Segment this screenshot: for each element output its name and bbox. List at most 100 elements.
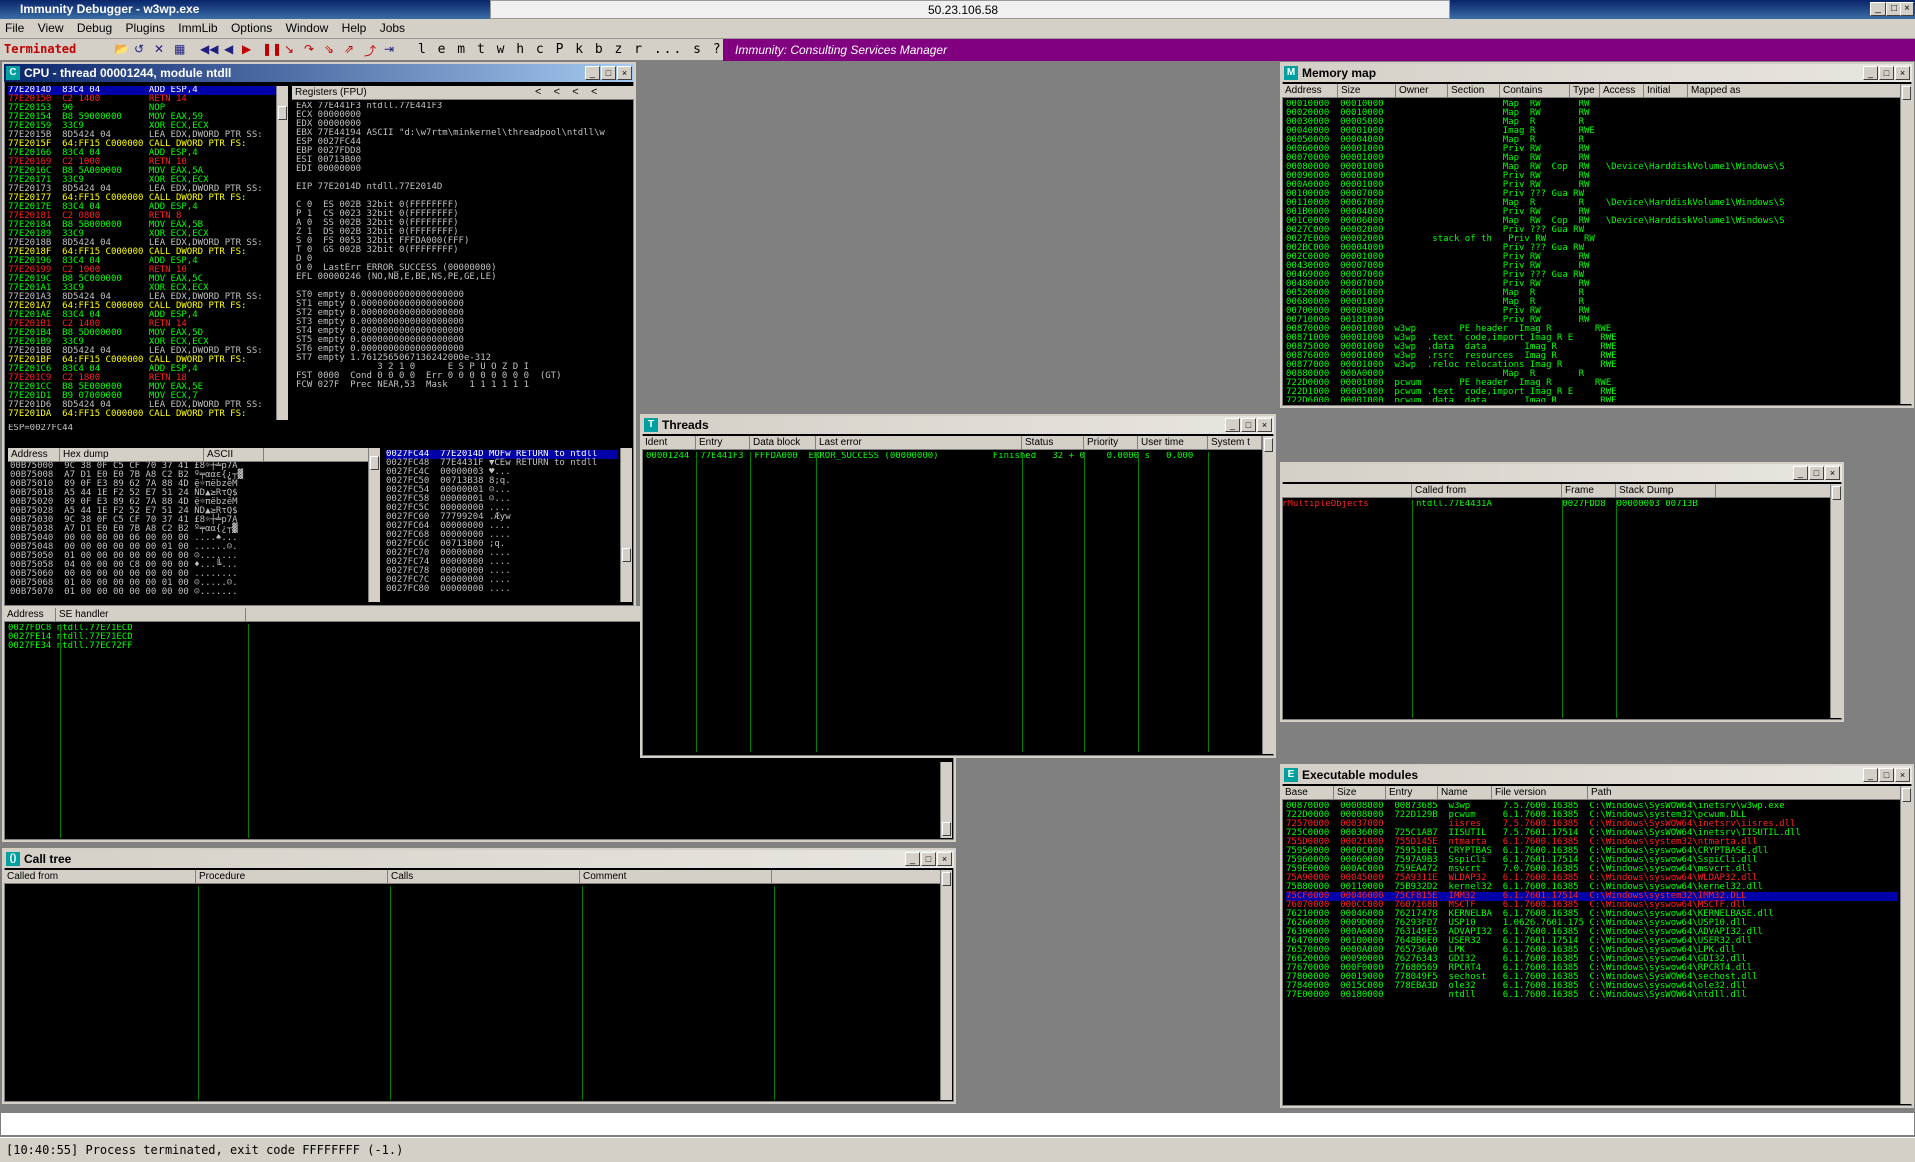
call-stack-scrollbar[interactable]: [1830, 484, 1842, 718]
mm-col-initial: Initial: [1644, 84, 1688, 98]
menu-file[interactable]: File: [0, 19, 29, 35]
call-tree-minimize-icon[interactable]: _: [905, 852, 920, 866]
menu-help[interactable]: Help: [337, 19, 372, 35]
dump-scrollbar[interactable]: [368, 448, 380, 602]
pause-icon[interactable]: ❚❚: [262, 42, 282, 56]
window-shortcuts[interactable]: l e m t w h c P k b z r ... s ?: [418, 42, 723, 57]
memory-map-rows[interactable]: 00010000 00010000 Map RW RW 00020000 0001…: [1286, 100, 1898, 402]
close-process-icon[interactable]: ✕: [154, 42, 164, 56]
threads-divider-7: [1208, 452, 1209, 752]
seh-divider-1: [60, 624, 61, 838]
modules-close-icon[interactable]: ×: [1895, 768, 1910, 782]
disassembly-pane[interactable]: 77E2014D 83C4 04 ADD ESP,4 77E20150 C2 14…: [8, 86, 276, 420]
threads-scrollbar[interactable]: [1262, 436, 1274, 754]
chevron-left-icon[interactable]: < < < <: [532, 86, 597, 100]
cpu-window-title: CPU - thread 00001244, module ntdll: [24, 66, 232, 80]
call-tree-maximize-icon[interactable]: □: [921, 852, 936, 866]
seh-scrollbar[interactable]: [940, 762, 952, 838]
modules-window: E Executable modules _ □ × Base Size Ent…: [1280, 764, 1914, 1108]
threads-close-icon[interactable]: ×: [1257, 418, 1272, 432]
threads-divider-1: [696, 452, 697, 752]
mod-col-entry: Entry: [1386, 786, 1438, 800]
cpu-maximize-icon[interactable]: □: [601, 66, 616, 80]
seh-row[interactable]: 0027FE34 ntdll.77EC72FF: [8, 642, 248, 651]
step-into-icon[interactable]: ↘: [284, 42, 294, 56]
modules-rows[interactable]: 00870000 00008000 00873685 w3wp 7.5.7600…: [1286, 802, 1898, 1102]
run-icon[interactable]: ▶: [242, 42, 251, 56]
cs-divider-1: [1412, 500, 1413, 718]
seh-rows[interactable]: 0027FDC8 ntdll.77E71ECD 0027FE14 ntdll.77…: [8, 624, 248, 664]
call-tree-col-calls: Calls: [388, 870, 580, 884]
seh-col-handler: SE handler: [56, 608, 246, 622]
cpu-minimize-icon[interactable]: _: [585, 66, 600, 80]
disassembly-scrollbar[interactable]: [276, 86, 288, 420]
register-line[interactable]: EFL 00000246 (NO,NB,E,BE,NS,PE,GE,LE): [296, 273, 636, 282]
goto-icon[interactable]: ⇥: [384, 42, 394, 56]
register-line[interactable]: T 0 GS 002B 32bit 0(FFFFFFFF): [296, 246, 636, 255]
thread-row[interactable]: 00001244 77E441F3 FFFDA000 ERROR_SUCCESS…: [646, 452, 1262, 464]
threads-col-data-block: Data block: [750, 436, 816, 450]
call-tree-divider-4: [774, 886, 775, 1100]
menu-view[interactable]: View: [33, 19, 69, 35]
disasm-row[interactable]: 77E201DA 64:FF15 C000000 CALL DWORD PTR …: [8, 410, 276, 419]
trace-over-icon[interactable]: ⇗: [344, 42, 354, 56]
registers-pane[interactable]: EAX 77E441F3 ntdll.77E441F3 ECX 00000000 E…: [296, 102, 636, 422]
call-tree-caption: () Call tree _ □ ×: [4, 850, 954, 868]
stack-pane[interactable]: 0027FC44 77E2014D MOFw RETURN to ntdll 00…: [386, 450, 618, 602]
menu-jobs[interactable]: Jobs: [375, 19, 410, 35]
menu-options[interactable]: Options: [226, 19, 277, 35]
modules-scrollbar[interactable]: [1900, 786, 1912, 1104]
command-input[interactable]: [0, 1112, 1915, 1136]
memory-map-row[interactable]: 722D6000 00001000 pcwum .data data Imag …: [1286, 397, 1898, 403]
call-stack-row[interactable]: ntdll.77E4431A 0027FDD8 00000003 00713B: [1416, 500, 1828, 512]
trace-into-icon[interactable]: ⇘: [324, 42, 334, 56]
stack-scrollbar[interactable]: [620, 448, 632, 602]
toolbar: Terminated 📂 ↺ ✕ ▦ ◀◀ ◀ ▶ ❚❚ ↘ ↷ ⇘ ⇗ ⤴ ⇥…: [0, 39, 1915, 61]
restart-icon[interactable]: ↺: [134, 42, 144, 56]
execute-till-return-icon[interactable]: ⤴: [364, 42, 376, 59]
cs-divider-2: [1562, 500, 1563, 718]
menu-window[interactable]: Window: [281, 19, 334, 35]
mod-col-base: Base: [1282, 786, 1334, 800]
minimize-icon[interactable]: _: [1870, 2, 1886, 16]
memory-map-maximize-icon[interactable]: □: [1879, 66, 1894, 80]
threads-maximize-icon[interactable]: □: [1241, 418, 1256, 432]
register-line[interactable]: EIP 77E2014D ntdll.77E2014D: [296, 183, 636, 192]
register-line[interactable]: EDI 00000000: [296, 165, 636, 174]
stack-row[interactable]: 0027FC80 00000000 ....: [386, 585, 618, 594]
menu-immlib[interactable]: ImmLib: [173, 19, 222, 35]
open-icon[interactable]: 📂: [114, 42, 129, 56]
call-tree-window: () Call tree _ □ × Called from Procedure…: [2, 848, 956, 1104]
back-icon[interactable]: ◀: [224, 42, 233, 56]
call-tree-close-icon[interactable]: ×: [937, 852, 952, 866]
layout-icon[interactable]: ▦: [174, 42, 185, 56]
step-over-icon[interactable]: ↷: [304, 42, 314, 56]
modules-minimize-icon[interactable]: _: [1863, 768, 1878, 782]
modules-maximize-icon[interactable]: □: [1879, 768, 1894, 782]
module-row[interactable]: 77E00000 00180000 ntdll 6.1.7600.16385 C…: [1286, 991, 1898, 1000]
cpu-close-icon[interactable]: ×: [617, 66, 632, 80]
cpu-window: C CPU - thread 00001244, module ntdll _ …: [2, 62, 636, 608]
menu-debug[interactable]: Debug: [72, 19, 117, 35]
mm-col-owner: Owner: [1396, 84, 1448, 98]
memory-map-minimize-icon[interactable]: _: [1863, 66, 1878, 80]
threads-col-last-error: Last error: [816, 436, 1022, 450]
memory-map-close-icon[interactable]: ×: [1895, 66, 1910, 80]
call-stack-minimize-icon[interactable]: _: [1793, 466, 1808, 480]
call-tree-scrollbar[interactable]: [940, 870, 952, 1100]
threads-col-status: Status: [1022, 436, 1084, 450]
menu-plugins[interactable]: Plugins: [121, 19, 170, 35]
esp-info: ESP=0027FC44: [8, 424, 74, 433]
dump-row[interactable]: 00B75070 01 00 00 00 00 00 00 00 ☺......…: [10, 588, 360, 597]
rewind-icon[interactable]: ◀◀: [200, 42, 218, 56]
registers-header: Registers (FPU) < < < <: [292, 86, 634, 100]
memory-map-scrollbar[interactable]: [1900, 84, 1912, 404]
call-stack-maximize-icon[interactable]: □: [1809, 466, 1824, 480]
call-stack-procedure[interactable]: rMultipleObjects: [1282, 500, 1412, 512]
threads-minimize-icon[interactable]: _: [1225, 418, 1240, 432]
register-line[interactable]: FCW 027F Prec NEAR,53 Mask 1 1 1 1 1 1: [296, 381, 636, 390]
dump-pane[interactable]: 00B75000 9C 38 0F C5 CF 70 37 41 £8☼┼╧p7…: [10, 462, 360, 602]
status-text: [10:40:55] Process terminated, exit code…: [6, 1143, 404, 1157]
close-icon[interactable]: ×: [1900, 2, 1914, 16]
call-stack-close-icon[interactable]: ×: [1825, 466, 1840, 480]
